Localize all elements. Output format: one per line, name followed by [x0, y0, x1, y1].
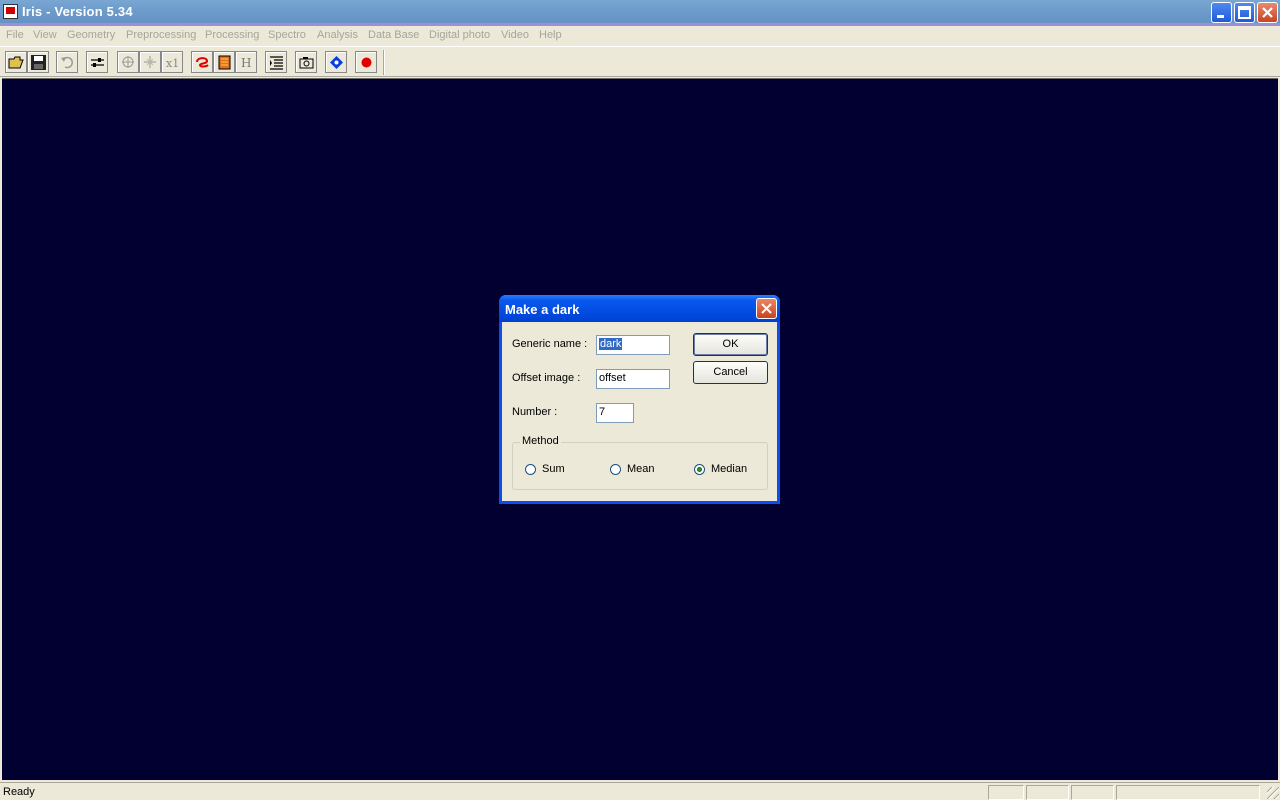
status-pane-4 [1116, 785, 1260, 800]
menu-spectro[interactable]: Spectro [268, 29, 306, 41]
make-dark-dialog: Make a dark Generic name : dark Offset i… [499, 295, 780, 504]
menu-view[interactable]: View [33, 29, 57, 41]
close-button[interactable] [1257, 2, 1278, 23]
generic-name-label: Generic name : [512, 338, 588, 350]
close-icon [761, 303, 772, 314]
generic-name-value: dark [599, 338, 623, 350]
status-text: Ready [3, 786, 35, 798]
save-button[interactable] [27, 51, 49, 73]
menu-video[interactable]: Video [501, 29, 529, 41]
method-sum-label[interactable]: Sum [542, 463, 565, 475]
menu-bar: File View Geometry Preprocessing Process… [0, 26, 1280, 45]
cancel-button[interactable]: Cancel [693, 361, 768, 384]
number-value: 7 [599, 406, 606, 418]
record-icon [361, 57, 372, 68]
method-median-label[interactable]: Median [711, 463, 747, 475]
toolbar-separator [383, 50, 385, 75]
zoom-1x-button[interactable]: x1 [161, 51, 183, 73]
number-label: Number : [512, 406, 558, 418]
status-pane-3 [1071, 785, 1114, 800]
ok-button[interactable]: OK [693, 333, 768, 356]
zoom-in-icon [122, 56, 134, 68]
status-pane-1 [988, 785, 1024, 800]
number-input[interactable]: 7 [596, 403, 634, 423]
minimize-button[interactable] [1211, 2, 1232, 23]
app-icon[interactable] [3, 4, 18, 19]
offset-image-value: offset [599, 372, 626, 384]
open-button[interactable] [5, 51, 27, 73]
dialog-title: Make a dark [505, 302, 580, 317]
open-folder-icon [8, 56, 24, 69]
minimize-icon [1217, 15, 1224, 18]
maximize-icon [1238, 6, 1251, 19]
save-icon [31, 55, 46, 70]
menu-analysis[interactable]: Analysis [317, 29, 358, 41]
adjust-button[interactable] [86, 51, 108, 73]
menu-processing[interactable]: Processing [205, 29, 259, 41]
histogram-icon: H [241, 56, 251, 70]
zoom-out-button[interactable] [139, 51, 161, 73]
star-dots-icon [330, 56, 343, 69]
star-dots-button[interactable] [325, 51, 347, 73]
menu-help[interactable]: Help [539, 29, 562, 41]
dialog-close-button[interactable] [756, 298, 777, 319]
zoom-out-icon [144, 56, 156, 68]
list-button[interactable] [265, 51, 287, 73]
method-mean-label[interactable]: Mean [627, 463, 655, 475]
method-group-label: Method [520, 435, 561, 447]
offset-image-input[interactable]: offset [596, 369, 670, 389]
close-icon [1262, 7, 1273, 18]
camera-icon [299, 57, 314, 69]
svg-text:x1: x1 [166, 57, 179, 70]
menu-geometry[interactable]: Geometry [67, 29, 115, 41]
zoom-1x-icon: x1 [166, 57, 179, 70]
toolbar: x1 H [0, 46, 1280, 77]
method-mean-radio[interactable] [610, 464, 621, 475]
adjust-icon [91, 58, 104, 67]
menu-database[interactable]: Data Base [368, 29, 419, 41]
camera-button[interactable] [295, 51, 317, 73]
undo-button[interactable] [56, 51, 78, 73]
menu-file[interactable]: File [6, 29, 24, 41]
method-sum-radio[interactable] [525, 464, 536, 475]
undo-icon [61, 56, 74, 69]
menu-digital-photo[interactable]: Digital photo [429, 29, 490, 41]
histogram-button[interactable]: H [235, 51, 257, 73]
zoom-in-button[interactable] [117, 51, 139, 73]
menu-preprocessing[interactable]: Preprocessing [126, 29, 196, 41]
resize-grip-icon[interactable] [1267, 787, 1279, 799]
offset-image-label: Offset image : [512, 372, 581, 384]
maximize-button[interactable] [1234, 2, 1255, 23]
status-bar: Ready [0, 782, 1280, 800]
status-pane-2 [1026, 785, 1069, 800]
spiral-icon [196, 57, 209, 68]
window-title: Iris - Version 5.34 [22, 4, 133, 19]
title-bar: Iris - Version 5.34 [0, 0, 1280, 26]
palette-icon [218, 55, 231, 70]
palette-button[interactable] [213, 51, 235, 73]
generic-name-input[interactable]: dark [596, 335, 670, 355]
record-button[interactable] [355, 51, 377, 73]
method-median-radio[interactable] [694, 464, 705, 475]
list-icon [270, 56, 283, 70]
dialog-title-bar[interactable]: Make a dark [499, 295, 780, 322]
svg-text:H: H [241, 56, 251, 70]
spiral-button[interactable] [191, 51, 213, 73]
